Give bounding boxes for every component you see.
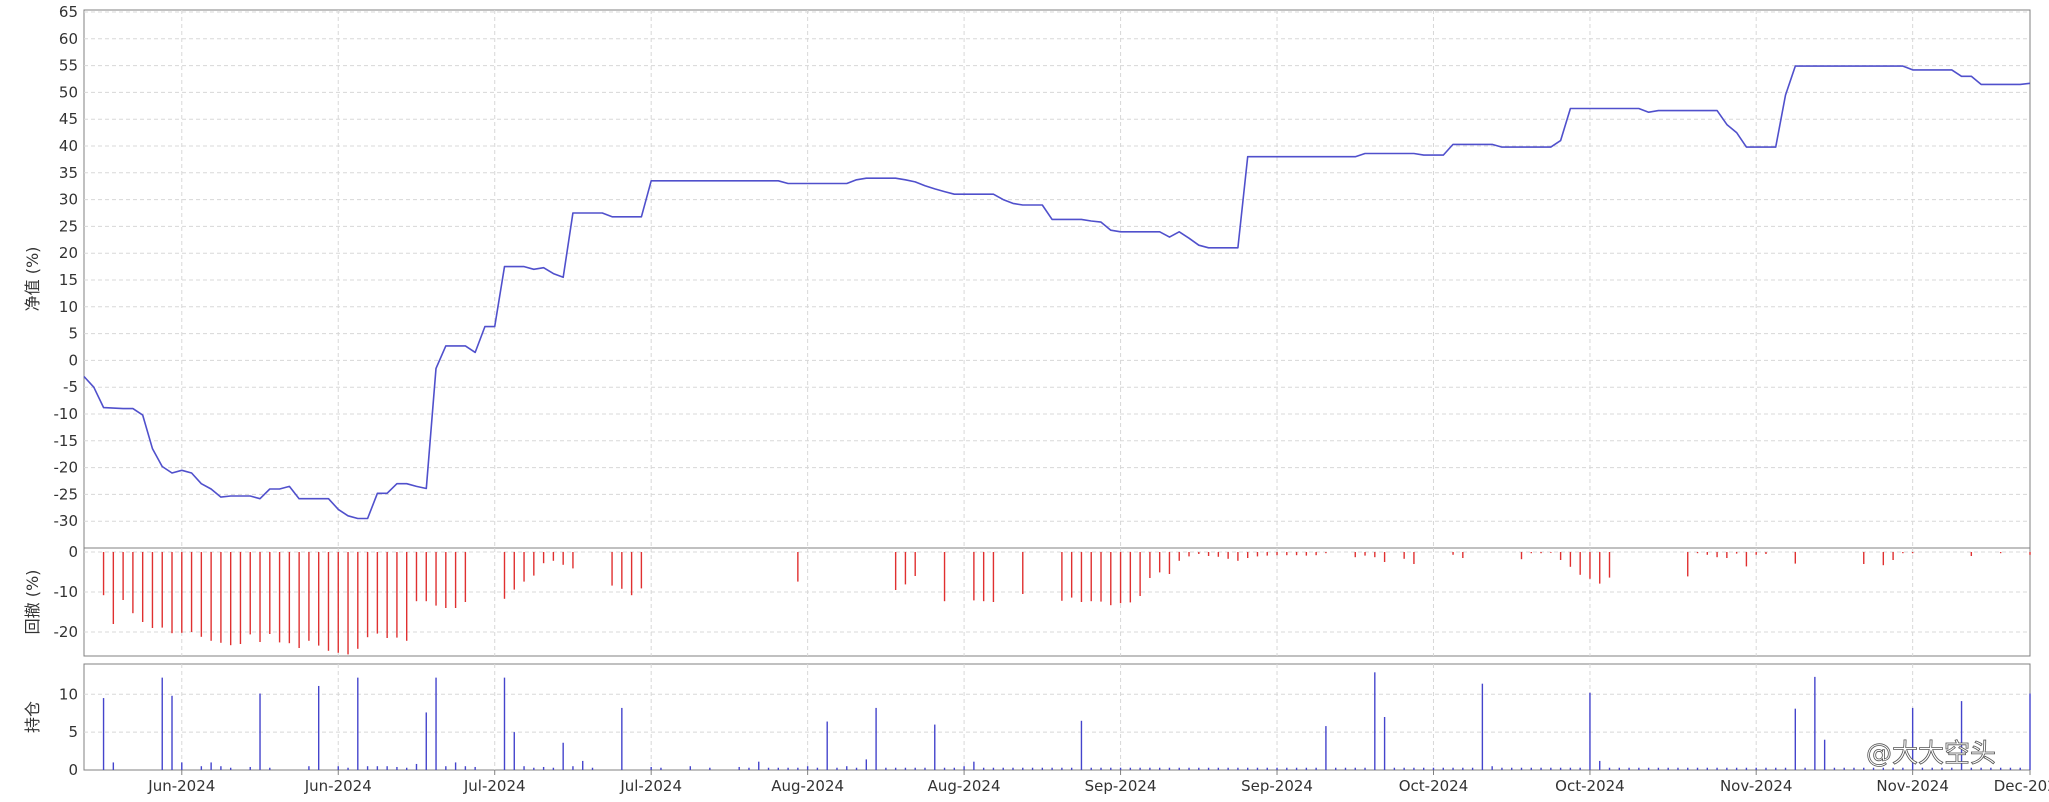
y-tick-label: 15: [59, 271, 78, 289]
volume-panel-frame: [83, 663, 2031, 771]
y-tick-label: -20: [54, 459, 79, 477]
y-tick-label: 60: [59, 30, 78, 48]
nav-axis-title: 净值 (%): [23, 247, 42, 312]
y-tick-label: -5: [63, 378, 78, 396]
x-tick-label: Sep-2024: [1085, 777, 1157, 795]
x-tick-label: Aug-2024: [771, 777, 844, 795]
y-tick-label: 25: [59, 217, 78, 235]
y-tick-label: 55: [59, 57, 78, 75]
y-tick-label: -30: [54, 512, 79, 530]
drawdown-panel-frame: [83, 547, 2031, 657]
y-tick-label: 30: [59, 191, 78, 209]
y-tick-label: 45: [59, 110, 78, 128]
x-tick-label: Oct-2024: [1399, 777, 1469, 795]
x-tick-label: Sep-2024: [1241, 777, 1313, 795]
y-tick-label: 0: [68, 351, 78, 369]
drawdown-axis-title: 回撤 (%): [23, 570, 42, 635]
x-tick-label: Jul-2024: [619, 777, 682, 795]
y-tick-label: 5: [68, 325, 78, 343]
x-tick-label: Dec-2024: [1994, 777, 2049, 795]
watermark-text: @大大空头: [1866, 739, 1996, 769]
y-tick-label: -20: [54, 623, 79, 641]
y-tick-label: -25: [54, 485, 79, 503]
x-tick-label: Jun-2024: [304, 777, 372, 795]
x-tick-label: Jun-2024: [147, 777, 215, 795]
y-tick-label: 65: [59, 3, 78, 21]
y-tick-label: 0: [68, 761, 78, 779]
y-tick-label: 40: [59, 137, 78, 155]
x-tick-label: Oct-2024: [1555, 777, 1625, 795]
y-tick-label: -10: [54, 583, 79, 601]
y-tick-label: 0: [68, 543, 78, 561]
y-tick-label: 10: [59, 298, 78, 316]
x-tick-label: Nov-2024: [1720, 777, 1792, 795]
chart-svg: 65605550454035302520151050-5-10-15-20-25…: [0, 0, 2049, 802]
y-tick-label: 35: [59, 164, 78, 182]
y-tick-label: 50: [59, 83, 78, 101]
x-tick-label: Nov-2024: [1876, 777, 1948, 795]
chart-root: 65 60 55 50 45 40 35 30 25 20 15 10 5 0 -5 -10 -15 -20 -25…: [0, 0, 2049, 802]
y-tick-label: 20: [59, 244, 78, 262]
y-tick-label: 10: [59, 685, 78, 703]
y-tick-label: -10: [54, 405, 79, 423]
y-tick-label: -15: [54, 432, 79, 450]
x-tick-label: Aug-2024: [928, 777, 1001, 795]
x-tick-label: Jul-2024: [463, 777, 526, 795]
volume-axis-title: 持仓: [23, 701, 42, 733]
y-tick-label: 5: [68, 723, 78, 741]
